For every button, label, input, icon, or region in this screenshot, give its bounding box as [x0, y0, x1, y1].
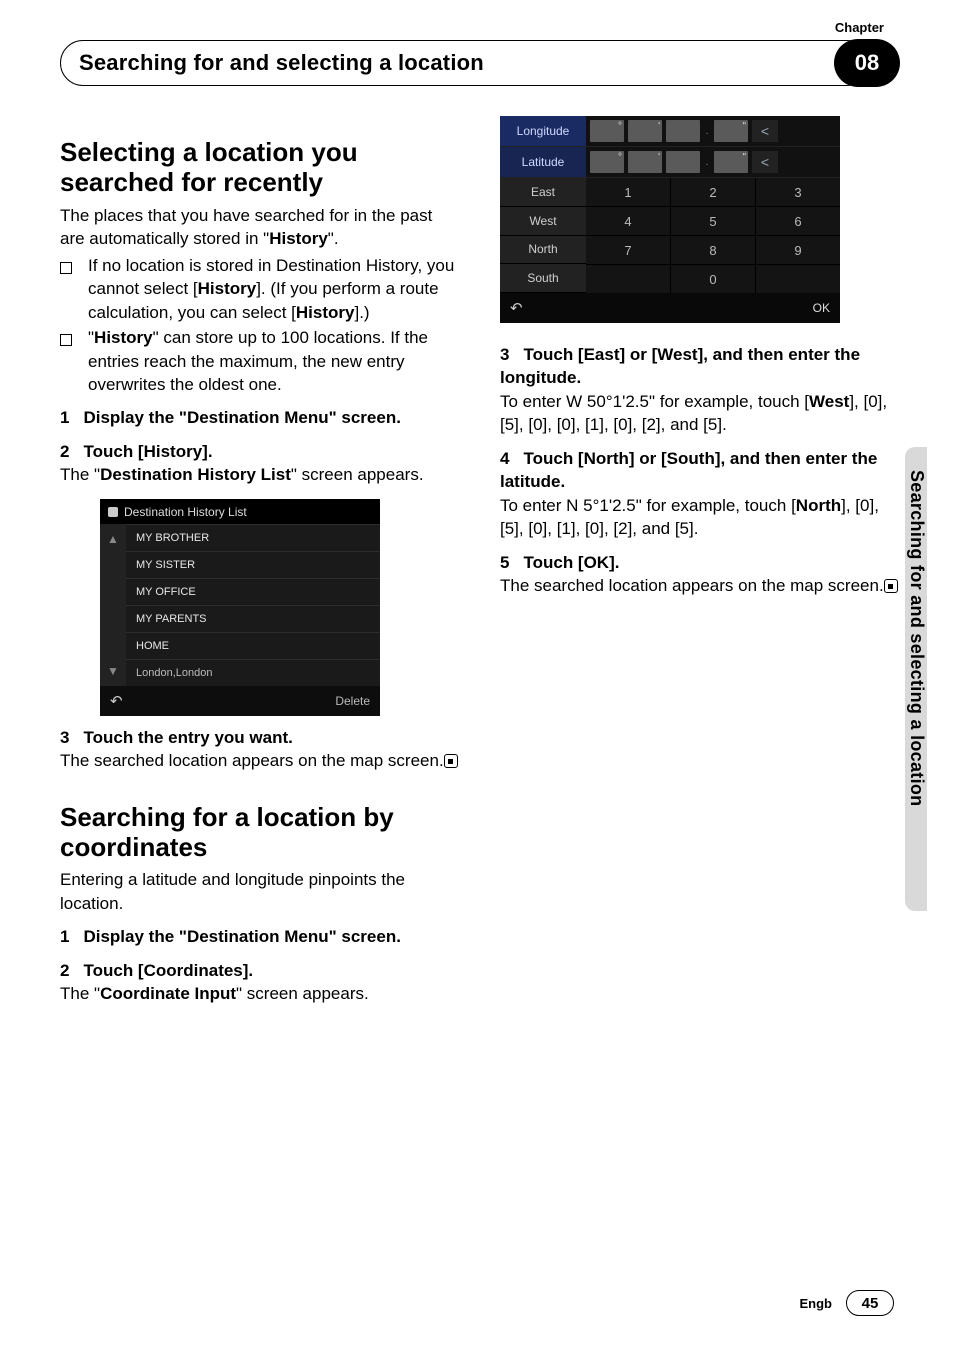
bullet-text: "History" can store up to 100 locations.… — [88, 326, 460, 396]
r-after-5: The searched location appears on the map… — [500, 574, 900, 597]
s2-step-1: 1Display the "Destination Menu" screen. — [60, 925, 460, 948]
bullet-icon — [60, 326, 88, 396]
section-heading-coordinates: Searching for a location by coordinates — [60, 803, 460, 863]
step-1: 1Display the "Destination Menu" screen. — [60, 406, 460, 429]
coord-field[interactable]: ' — [628, 151, 662, 173]
bullet-1: If no location is stored in Destination … — [60, 254, 460, 324]
page-number: 45 — [846, 1290, 894, 1316]
dot: . — [704, 120, 710, 142]
bullet-text: If no location is stored in Destination … — [88, 254, 460, 324]
hist-title-text: Destination History List — [124, 505, 247, 519]
coord-field[interactable]: ° — [590, 151, 624, 173]
key-2[interactable]: 2 — [671, 178, 755, 206]
list-item[interactable]: HOME — [126, 632, 380, 659]
longitude-row: Longitude ° ' . " < — [500, 116, 840, 147]
direction-keypad-row: East West North South 1 2 3 4 5 6 7 8 — [500, 178, 840, 293]
right-column: Longitude ° ' . " < Latitude ° ' — [500, 116, 900, 1009]
s2-step-2: 2Touch [Coordinates]. — [60, 959, 460, 982]
end-section-icon — [884, 579, 898, 593]
title-pill: Searching for and selecting a location — [60, 40, 870, 86]
key-7[interactable]: 7 — [586, 236, 670, 264]
section-heading-history: Selecting a location you searched for re… — [60, 138, 460, 198]
coord-field[interactable] — [666, 120, 700, 142]
coord-field[interactable]: ° — [590, 120, 624, 142]
left-column: Selecting a location you searched for re… — [60, 116, 460, 1009]
bullet-2: "History" can store up to 100 locations.… — [60, 326, 460, 396]
coord-field[interactable]: " — [714, 120, 748, 142]
key-5[interactable]: 5 — [671, 207, 755, 235]
after-step-3: The searched location appears on the map… — [60, 749, 460, 772]
end-section-icon — [444, 754, 458, 768]
chapter-badge: 08 — [834, 39, 900, 87]
west-button[interactable]: West — [500, 207, 586, 236]
north-button[interactable]: North — [500, 236, 586, 265]
backspace-icon[interactable]: < — [752, 151, 778, 173]
key-blank — [756, 265, 840, 293]
page-title: Searching for and selecting a location — [79, 50, 484, 76]
key-9[interactable]: 9 — [756, 236, 840, 264]
screenshot-coordinate-input: Longitude ° ' . " < Latitude ° ' — [500, 116, 840, 323]
hist-title-bar: Destination History List — [100, 499, 380, 524]
list-item[interactable]: MY SISTER — [126, 551, 380, 578]
coord-footer: ↶ OK — [500, 293, 840, 323]
r-step-4: 4Touch [North] or [South], and then ente… — [500, 447, 900, 494]
pin-icon — [108, 507, 118, 517]
hist-scrollbar[interactable]: ▲ ▼ — [100, 524, 126, 686]
longitude-label[interactable]: Longitude — [500, 116, 586, 146]
latitude-row: Latitude ° ' . " < — [500, 147, 840, 178]
list-item[interactable]: MY BROTHER — [126, 524, 380, 551]
scroll-down-icon[interactable]: ▼ — [107, 664, 119, 678]
back-icon[interactable]: ↶ — [110, 692, 123, 710]
side-tab: Searching for and selecting a location — [906, 470, 927, 806]
ok-button[interactable]: OK — [813, 301, 830, 315]
key-3[interactable]: 3 — [756, 178, 840, 206]
key-0[interactable]: 0 — [671, 265, 755, 293]
s2-after-2: The "Coordinate Input" screen appears. — [60, 982, 460, 1005]
latitude-fields: ° ' . " < — [586, 147, 840, 177]
after-step-2: The "Destination History List" screen ap… — [60, 463, 460, 486]
hist-list: MY BROTHER MY SISTER MY OFFICE MY PARENT… — [126, 524, 380, 686]
coord-field[interactable]: ' — [628, 120, 662, 142]
list-item[interactable]: London,London — [126, 659, 380, 686]
title-bar: Searching for and selecting a location 0… — [60, 40, 904, 86]
scroll-up-icon[interactable]: ▲ — [107, 532, 119, 546]
dot: . — [704, 151, 710, 173]
r-step-3: 3Touch [East] or [West], and then enter … — [500, 343, 900, 390]
r-after-4: To enter N 5°1'2.5" for example, touch [… — [500, 494, 900, 541]
south-button[interactable]: South — [500, 264, 586, 293]
longitude-fields: ° ' . " < — [586, 116, 840, 146]
latitude-label[interactable]: Latitude — [500, 147, 586, 177]
hist-footer: ↶ Delete — [100, 686, 380, 716]
step-2: 2Touch [History]. — [60, 440, 460, 463]
key-8[interactable]: 8 — [671, 236, 755, 264]
list-item[interactable]: MY OFFICE — [126, 578, 380, 605]
coord-field[interactable] — [666, 151, 700, 173]
back-icon[interactable]: ↶ — [510, 299, 523, 317]
bullet-icon — [60, 254, 88, 324]
intro-text: The places that you have searched for in… — [60, 204, 460, 251]
backspace-icon[interactable]: < — [752, 120, 778, 142]
page-header: Chapter Searching for and selecting a lo… — [60, 40, 904, 86]
key-6[interactable]: 6 — [756, 207, 840, 235]
r-after-3: To enter W 50°1'2.5" for example, touch … — [500, 390, 900, 437]
step-3: 3Touch the entry you want. — [60, 726, 460, 749]
section2-intro: Entering a latitude and longitude pinpoi… — [60, 868, 460, 915]
numeric-keypad: 1 2 3 4 5 6 7 8 9 0 — [586, 178, 840, 293]
chapter-label: Chapter — [835, 20, 884, 35]
delete-button[interactable]: Delete — [335, 694, 370, 708]
key-4[interactable]: 4 — [586, 207, 670, 235]
key-1[interactable]: 1 — [586, 178, 670, 206]
coord-field[interactable]: " — [714, 151, 748, 173]
r-step-5: 5Touch [OK]. — [500, 551, 900, 574]
east-button[interactable]: East — [500, 178, 586, 207]
list-item[interactable]: MY PARENTS — [126, 605, 380, 632]
key-blank — [586, 265, 670, 293]
footer-lang: Engb — [800, 1296, 833, 1311]
page-footer: Engb 45 — [800, 1290, 895, 1316]
screenshot-history-list: Destination History List ▲ ▼ MY BROTHER … — [100, 499, 380, 716]
direction-buttons: East West North South — [500, 178, 586, 293]
